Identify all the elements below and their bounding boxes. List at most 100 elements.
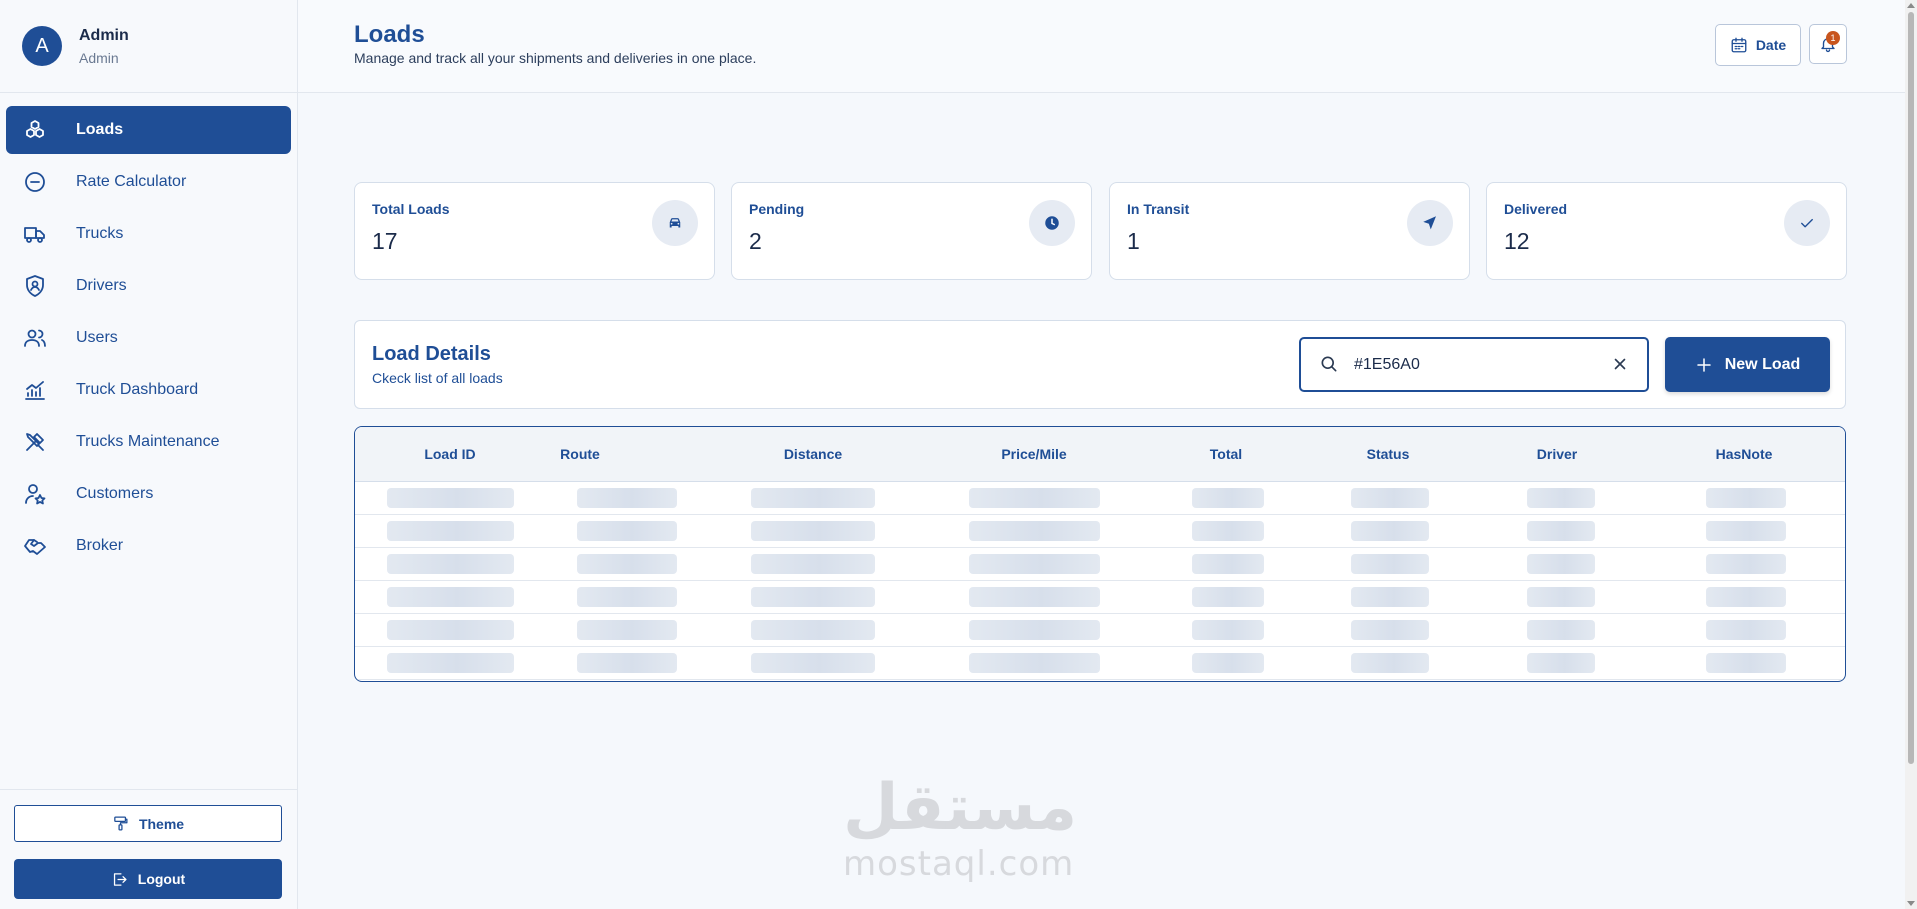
stat-value: 1 [1127,228,1140,254]
calculator-icon [22,169,48,195]
search-input[interactable] [1354,355,1584,374]
page-title: Loads [354,21,425,48]
skeleton-cell [577,587,677,607]
scroll-down-arrow[interactable] [1907,901,1915,906]
page-header: Loads Manage and track all your shipment… [298,0,1905,93]
stat-card-delivered: Delivered 12 [1486,182,1847,280]
skeleton-cell [1192,488,1264,508]
stat-value: 17 [372,228,398,254]
sidebar-item-customers[interactable]: Customers [6,470,291,518]
skeleton-cell [387,488,514,508]
skeleton-cell [387,653,514,673]
skeleton-cell [1706,554,1786,574]
table-row-skeleton [355,614,1845,647]
sidebar-item-label: Customers [76,485,154,502]
chart-icon [22,377,48,403]
stat-value: 12 [1504,228,1530,254]
sidebar-footer: Theme Logout [0,789,298,909]
theme-button-label: Theme [138,815,185,832]
skeleton-cell [1192,620,1264,640]
clock-icon [1029,200,1075,246]
stat-card-total-loads: Total Loads 17 [354,182,715,280]
sidebar-nav: Loads Rate Calculator Trucks Drivers Use… [0,93,297,570]
table-header: Load ID Route Distance Price/Mile Total … [355,427,1845,482]
column-header-total[interactable]: Total [1210,446,1242,462]
search-box[interactable] [1299,337,1649,392]
scroll-thumb[interactable] [1908,12,1914,764]
sidebar-item-truck-dashboard[interactable]: Truck Dashboard [6,366,291,414]
calendar-icon [1731,37,1747,53]
sidebar-item-label: Users [76,329,118,346]
skeleton-cell [1192,653,1264,673]
check-icon [1784,200,1830,246]
theme-button[interactable]: Theme [14,805,282,842]
logout-button[interactable]: Logout [14,859,282,899]
boxes-icon [22,117,48,143]
column-header-load-id[interactable]: Load ID [424,446,475,462]
skeleton-cell [969,620,1100,640]
load-details-subtitle: Ckeck list of all loads [372,370,503,386]
sidebar-item-broker[interactable]: Broker [6,522,291,570]
sidebar-item-loads[interactable]: Loads [6,106,291,154]
skeleton-cell [751,554,875,574]
skeleton-cell [1351,587,1429,607]
skeleton-cell [1351,521,1429,541]
skeleton-cell [1706,653,1786,673]
column-header-price-mile[interactable]: Price/Mile [1001,446,1066,462]
column-header-distance[interactable]: Distance [784,446,842,462]
skeleton-cell [1706,587,1786,607]
scroll-up-arrow[interactable] [1907,3,1915,8]
skeleton-cell [751,488,875,508]
skeleton-cell [1351,653,1429,673]
sidebar-item-trucks-maintenance[interactable]: Trucks Maintenance [6,418,291,466]
skeleton-cell [751,587,875,607]
sidebar-item-drivers[interactable]: Drivers [6,262,291,310]
skeleton-cell [387,554,514,574]
new-load-button[interactable]: New Load [1665,337,1830,392]
page-scrollbar[interactable] [1905,0,1917,909]
skeleton-cell [387,521,514,541]
skeleton-cell [751,653,875,673]
skeleton-cell [1351,488,1429,508]
logout-icon [113,872,127,886]
skeleton-cell [577,554,677,574]
watermark-logo: مستقل mostaql.com [843,770,1077,882]
sidebar-item-label: Loads [76,121,124,138]
notification-badge: 1 [1826,31,1840,45]
column-header-driver[interactable]: Driver [1537,446,1577,462]
stat-card-in-transit: In Transit 1 [1109,182,1470,280]
date-filter-button[interactable]: Date [1715,24,1801,66]
skeleton-cell [1706,620,1786,640]
column-header-status[interactable]: Status [1367,446,1410,462]
table-row-skeleton [355,482,1845,515]
sidebar-item-rate-calculator[interactable]: Rate Calculator [6,158,291,206]
column-header-hasnote[interactable]: HasNote [1716,446,1773,462]
search-icon [1319,354,1341,376]
skeleton-cell [969,554,1100,574]
skeleton-cell [1192,587,1264,607]
user-star-icon [22,481,48,507]
skeleton-cell [751,620,875,640]
navigation-icon [1407,200,1453,246]
sidebar-item-users[interactable]: Users [6,314,291,362]
tools-icon [22,429,48,455]
skeleton-cell [969,488,1100,508]
sidebar-item-label: Broker [76,537,124,554]
notifications-button[interactable]: 1 [1809,24,1847,64]
skeleton-cell [387,620,514,640]
avatar[interactable]: A [22,26,62,66]
column-header-route[interactable]: Route [560,446,600,462]
skeleton-cell [577,488,677,508]
skeleton-cell [577,653,677,673]
user-name: Admin [79,26,129,44]
clear-search-icon[interactable] [1611,355,1631,375]
skeleton-cell [577,620,677,640]
paint-roller-icon [114,816,128,831]
sidebar-item-trucks[interactable]: Trucks [6,210,291,258]
sidebar: A Admin Admin Loads Rate Calculator Truc… [0,0,298,909]
sidebar-item-label: Truck Dashboard [76,381,199,398]
table-row-skeleton [355,515,1845,548]
user-profile: A Admin Admin [0,0,297,93]
skeleton-cell [1192,554,1264,574]
skeleton-cell [1192,521,1264,541]
